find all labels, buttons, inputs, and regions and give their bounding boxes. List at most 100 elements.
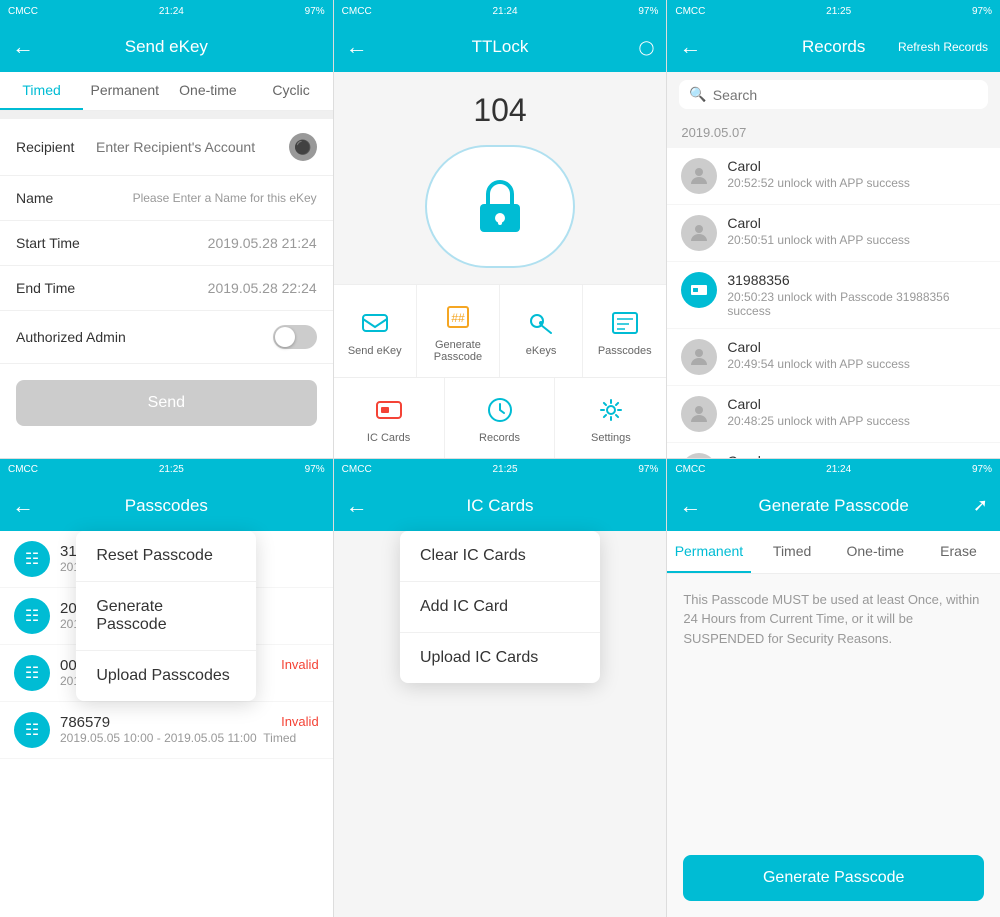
- action-passcodes[interactable]: Passcodes: [583, 285, 666, 377]
- gen-tab-permanent[interactable]: Permanent: [667, 531, 750, 573]
- status-bar-2b: CMCC 21:25 97%: [334, 459, 667, 481]
- records-icon: [482, 392, 518, 428]
- passcode-icon-4: ☷: [14, 712, 50, 748]
- passcode-invalid-4: Invalid: [281, 714, 319, 731]
- gen-tab-erase[interactable]: Erase: [917, 531, 1000, 573]
- back-button-1[interactable]: ←: [12, 34, 34, 60]
- search-input[interactable]: [713, 87, 978, 103]
- ttlock-number: 104: [473, 92, 526, 129]
- gen-passcode-header: ← Generate Passcode ➚: [667, 481, 1000, 531]
- action-label-records: Records: [479, 432, 520, 444]
- action-records[interactable]: Records: [445, 378, 556, 458]
- action-label-passcodes: Passcodes: [598, 345, 652, 357]
- send-ekey-title: Send eKey: [125, 37, 208, 57]
- record-name-6: Carol: [727, 453, 986, 458]
- record-item-1: Carol 20:52:52 unlock with APP success: [667, 148, 1000, 205]
- records-title: Records: [802, 37, 865, 57]
- record-item-4: Carol 20:49:54 unlock with APP success: [667, 329, 1000, 386]
- generate-passcode-item[interactable]: Generate Passcode: [76, 582, 256, 651]
- tab-permanent[interactable]: Permanent: [83, 72, 166, 110]
- recipient-input[interactable]: [96, 139, 283, 155]
- record-avatar-3: [681, 272, 717, 308]
- search-icon: 🔍: [689, 86, 706, 103]
- ttlock-content: 104 Send eKey: [334, 72, 667, 458]
- carrier-1: CMCC: [8, 6, 38, 17]
- back-button-3[interactable]: ←: [679, 34, 701, 60]
- action-send-ekey[interactable]: Send eKey: [334, 285, 417, 377]
- name-row: Name Please Enter a Name for this eKey: [0, 176, 333, 221]
- settings-icon: [593, 392, 629, 428]
- back-button-3b[interactable]: ←: [679, 493, 701, 519]
- passcode-code-4: 786579: [60, 714, 110, 731]
- tab-cyclic[interactable]: Cyclic: [250, 72, 333, 110]
- authorized-label: Authorized Admin: [16, 329, 126, 345]
- back-button-2b[interactable]: ←: [346, 493, 368, 519]
- passcode-item-4: ☷ 786579 Invalid 2019.05.05 10:00 - 2019…: [0, 702, 333, 759]
- gen-tabs: Permanent Timed One-time Erase: [667, 531, 1000, 574]
- gen-tab-one-time[interactable]: One-time: [834, 531, 917, 573]
- name-label: Name: [16, 190, 96, 206]
- action-ekeys[interactable]: eKeys: [500, 285, 583, 377]
- action-ic-cards[interactable]: IC Cards: [334, 378, 445, 458]
- reset-passcode-item[interactable]: Reset Passcode: [76, 531, 256, 582]
- passcode-icon-3: ☷: [14, 655, 50, 691]
- action-label-ekeys: eKeys: [526, 345, 557, 357]
- ttlock-settings-icon[interactable]: ◯: [639, 39, 655, 56]
- tab-timed[interactable]: Timed: [0, 72, 83, 110]
- action-label-ic-cards: IC Cards: [367, 432, 410, 444]
- svg-text:##: ##: [451, 311, 465, 325]
- record-item-6: Carol 20:44:25 unlock with APP success: [667, 443, 1000, 458]
- end-time-row: End Time 2019.05.28 22:24: [0, 266, 333, 311]
- upload-ic-cards-item[interactable]: Upload IC Cards: [400, 633, 600, 683]
- search-bar: 🔍: [667, 72, 1000, 117]
- gen-passcode-content: This Passcode MUST be used at least Once…: [667, 574, 1000, 917]
- passcodes-header: ← Passcodes: [0, 481, 333, 531]
- gen-passcode-title: Generate Passcode: [759, 496, 909, 516]
- passcodes-icon: [607, 305, 643, 341]
- record-item-3: 31988356 20:50:23 unlock with Passcode 3…: [667, 262, 1000, 329]
- passcode-icon-1: ☷: [14, 541, 50, 577]
- start-time-label: Start Time: [16, 235, 96, 251]
- status-bar-3: CMCC 21:25 97%: [667, 0, 1000, 22]
- record-name-4: Carol: [727, 339, 986, 355]
- clear-ic-cards-item[interactable]: Clear IC Cards: [400, 531, 600, 582]
- ekey-tabs: Timed Permanent One-time Cyclic: [0, 72, 333, 111]
- end-time-value: 2019.05.28 22:24: [96, 280, 317, 296]
- ic-cards-title: IC Cards: [466, 496, 533, 516]
- time-1b: 21:25: [159, 464, 184, 475]
- send-ekey-header: ← Send eKey: [0, 22, 333, 72]
- record-detail-1: 20:52:52 unlock with APP success: [727, 176, 986, 190]
- end-time-label: End Time: [16, 280, 96, 296]
- ic-cards-header: ← IC Cards: [334, 481, 667, 531]
- upload-passcodes-item[interactable]: Upload Passcodes: [76, 651, 256, 701]
- record-name-1: Carol: [727, 158, 986, 174]
- record-avatar-1: [681, 158, 717, 194]
- action-settings[interactable]: Settings: [555, 378, 666, 458]
- back-button-1b[interactable]: ←: [12, 493, 34, 519]
- ttlock-title: TTLock: [472, 37, 529, 57]
- action-grid-bottom: IC Cards Records Settings: [334, 377, 667, 458]
- gen-tab-timed[interactable]: Timed: [751, 531, 834, 573]
- battery-1: 97%: [305, 6, 325, 17]
- generate-passcode-button[interactable]: Generate Passcode: [683, 855, 984, 901]
- send-button[interactable]: Send: [16, 380, 317, 426]
- status-bar-1b: CMCC 21:25 97%: [0, 459, 333, 481]
- action-label-gen-passcode: Generate Passcode: [425, 339, 491, 363]
- share-icon[interactable]: ➚: [973, 495, 988, 516]
- recipient-icon: ⚫: [289, 133, 317, 161]
- action-label-send-ekey: Send eKey: [348, 345, 402, 357]
- authorized-toggle[interactable]: [273, 325, 317, 349]
- add-ic-card-item[interactable]: Add IC Card: [400, 582, 600, 633]
- back-button-2[interactable]: ←: [346, 34, 368, 60]
- ic-cards-icon: [371, 392, 407, 428]
- start-time-value: 2019.05.28 21:24: [96, 235, 317, 251]
- record-name-5: Carol: [727, 396, 986, 412]
- action-grid-top: Send eKey ## Generate Passcode eKeys: [334, 284, 667, 377]
- record-detail-5: 20:48:25 unlock with APP success: [727, 414, 986, 428]
- refresh-records-button[interactable]: Refresh Records: [898, 40, 988, 54]
- passcode-dropdown: Reset Passcode Generate Passcode Upload …: [76, 531, 256, 701]
- tab-one-time[interactable]: One-time: [166, 72, 249, 110]
- action-generate-passcode[interactable]: ## Generate Passcode: [417, 285, 500, 377]
- ekeys-icon: [523, 305, 559, 341]
- passcode-invalid-3: Invalid: [281, 657, 319, 674]
